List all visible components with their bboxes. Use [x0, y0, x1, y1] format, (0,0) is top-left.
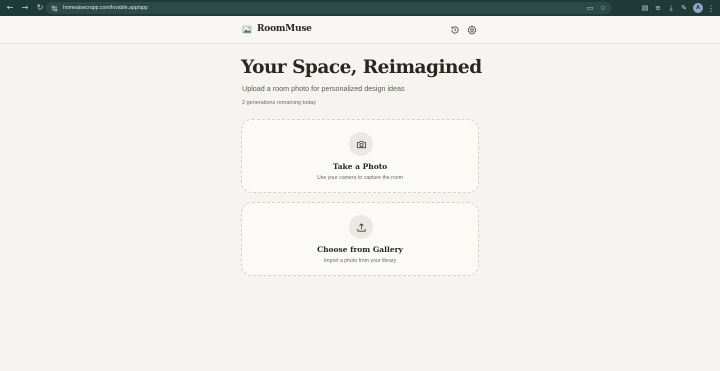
history-icon[interactable]: [449, 24, 460, 35]
app-header: RoomMuse: [0, 16, 720, 44]
browser-toolbar: ← → ↻ homeaisecrapp.com/lovable.app/app …: [0, 0, 720, 16]
gear-icon[interactable]: [466, 24, 477, 35]
browser-menu-icon[interactable]: ⋮: [707, 2, 715, 14]
profile-avatar[interactable]: A: [693, 3, 703, 13]
take-photo-description: Use your camera to capture the room: [317, 175, 403, 181]
forward-icon[interactable]: →: [19, 2, 31, 14]
download-icon[interactable]: ⤓: [666, 2, 676, 14]
generations-remaining: 2 generations remaining today: [242, 100, 316, 106]
choose-gallery-title: Choose from Gallery: [317, 245, 403, 254]
site-info-icon[interactable]: [50, 4, 58, 12]
reload-icon[interactable]: ↻: [34, 2, 46, 14]
bookmark-star-icon[interactable]: ☆: [598, 3, 608, 13]
page-subtitle: Upload a room photo for personalized des…: [242, 84, 405, 93]
page-title: Your Space, Reimagined: [241, 57, 482, 78]
brand-name: RoomMuse: [257, 24, 312, 34]
choose-gallery-card[interactable]: Choose from Gallery Import a photo from …: [241, 202, 479, 276]
take-photo-card[interactable]: Take a Photo Use your camera to capture …: [241, 119, 479, 193]
camera-icon: [349, 132, 373, 156]
extensions-icon[interactable]: ✎: [679, 2, 689, 14]
upload-icon: [349, 215, 373, 239]
translate-icon[interactable]: ≡: [653, 2, 663, 14]
address-bar[interactable]: homeaisecrapp.com/lovable.app/app ▭ ☆: [46, 2, 611, 14]
brand[interactable]: RoomMuse: [242, 24, 312, 34]
choose-gallery-description: Import a photo from your library: [323, 258, 397, 264]
back-icon[interactable]: ←: [4, 2, 16, 14]
brand-logo-icon: [242, 25, 252, 34]
reading-mode-icon[interactable]: ▤: [640, 2, 650, 14]
take-photo-title: Take a Photo: [332, 162, 388, 171]
cast-icon[interactable]: ▭: [585, 3, 595, 13]
url-text: homeaisecrapp.com/lovable.app/app: [63, 5, 148, 11]
